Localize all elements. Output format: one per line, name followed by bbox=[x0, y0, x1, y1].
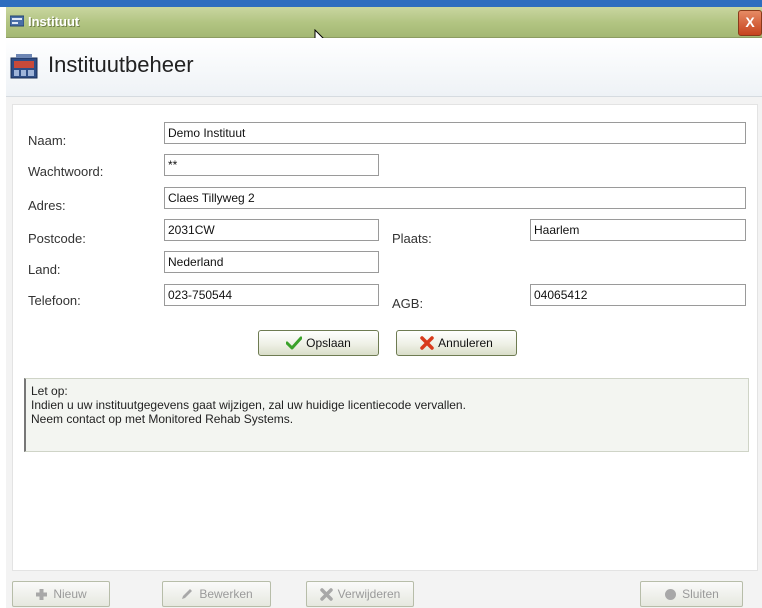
institute-window: Instituut X Instituutbeheer Naam: Wachtw… bbox=[6, 7, 762, 608]
top-border bbox=[0, 0, 762, 7]
close-button-label: Sluiten bbox=[682, 587, 719, 601]
edit-button[interactable]: Bewerken bbox=[162, 581, 271, 607]
naam-field[interactable]: Demo Instituut bbox=[164, 122, 746, 144]
naam-label: Naam: bbox=[28, 133, 67, 148]
edit-button-label: Bewerken bbox=[199, 587, 253, 601]
telefoon-label: Telefoon: bbox=[28, 293, 81, 308]
note-line: Indien u uw instituutgegevens gaat wijzi… bbox=[31, 398, 466, 412]
checkmark-icon bbox=[286, 336, 303, 350]
pencil-icon bbox=[182, 589, 193, 599]
bottom-toolbar: Nieuw Bewerken Verwijderen Sluiten bbox=[6, 573, 762, 608]
agb-field[interactable]: 04065412 bbox=[530, 284, 746, 306]
telefoon-field[interactable]: 023-750544 bbox=[164, 284, 379, 306]
postcode-field[interactable]: 2031CW bbox=[164, 219, 379, 241]
delete-button[interactable]: Verwijderen bbox=[306, 581, 414, 607]
close-button[interactable]: Sluiten bbox=[640, 581, 743, 607]
delete-button-label: Verwijderen bbox=[337, 587, 401, 601]
cross-icon bbox=[319, 587, 333, 601]
wachtwoord-label: Wachtwoord: bbox=[28, 164, 104, 179]
page-header: Instituutbeheer bbox=[6, 38, 762, 97]
new-button-label: Nieuw bbox=[53, 587, 87, 601]
circle-icon bbox=[665, 588, 677, 600]
postcode-label: Postcode: bbox=[28, 231, 86, 246]
close-icon: X bbox=[745, 14, 755, 30]
land-label: Land: bbox=[28, 262, 61, 277]
plaats-label: Plaats: bbox=[392, 231, 432, 246]
save-button[interactable]: Opslaan bbox=[258, 330, 379, 356]
institute-icon bbox=[10, 54, 38, 79]
note-line: Let op: bbox=[31, 384, 68, 398]
close-window-button[interactable]: X bbox=[738, 10, 762, 36]
window-title: Instituut bbox=[28, 14, 80, 29]
wachtwoord-field[interactable]: ** bbox=[164, 154, 379, 176]
cancel-button-label: Annuleren bbox=[438, 336, 493, 350]
agb-label: AGB: bbox=[392, 296, 424, 311]
land-field[interactable]: Nederland bbox=[164, 251, 379, 273]
window-icon bbox=[10, 15, 24, 27]
page-title: Instituutbeheer bbox=[48, 52, 194, 77]
adres-field[interactable]: Claes Tillyweg 2 bbox=[164, 187, 746, 209]
note-line: Neem contact op met Monitored Rehab Syst… bbox=[31, 412, 294, 426]
plaats-field[interactable]: Haarlem bbox=[530, 219, 746, 241]
warning-note: Let op: Indien u uw instituutgegevens ga… bbox=[24, 378, 749, 452]
adres-label: Adres: bbox=[28, 198, 66, 213]
plus-icon bbox=[36, 588, 48, 600]
cross-icon bbox=[420, 336, 434, 350]
form-panel bbox=[12, 104, 758, 571]
save-button-label: Opslaan bbox=[306, 336, 351, 350]
cancel-button[interactable]: Annuleren bbox=[396, 330, 517, 356]
new-button[interactable]: Nieuw bbox=[12, 581, 110, 607]
title-bar[interactable]: Instituut X bbox=[6, 7, 762, 38]
